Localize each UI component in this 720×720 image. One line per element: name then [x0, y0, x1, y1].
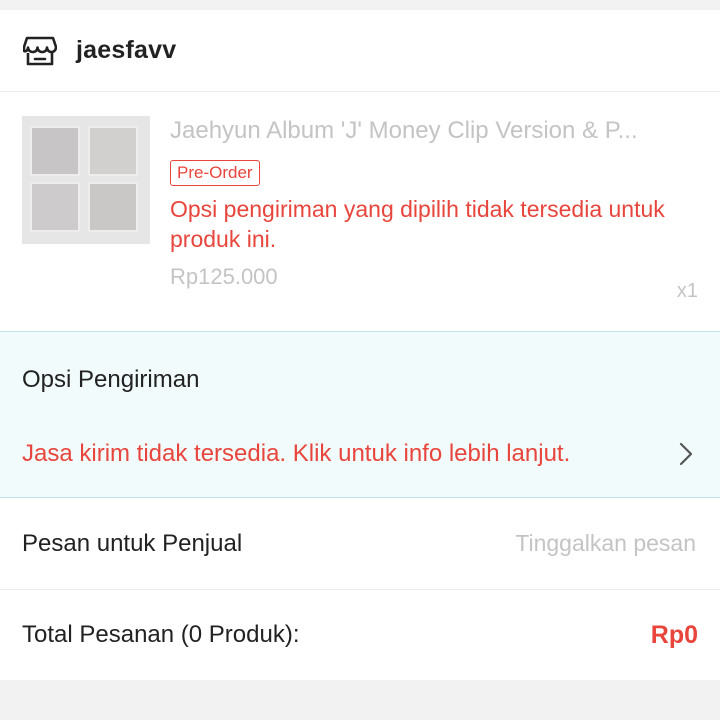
order-total-label: Total Pesanan (0 Produk): [22, 621, 300, 648]
chevron-right-icon[interactable] [676, 440, 696, 468]
seller-message-label: Pesan untuk Penjual [22, 529, 243, 557]
shipping-warning: Opsi pengiriman yang dipilih tidak terse… [170, 196, 665, 252]
thumbnail-tile [30, 126, 80, 176]
seller-message-row: Pesan untuk Penjual [0, 498, 720, 590]
preorder-badge: Pre-Order [170, 160, 260, 186]
product-thumbnail[interactable] [22, 116, 150, 244]
product-info: Jaehyun Album 'J' Money Clip Version & P… [170, 116, 698, 331]
order-card: jaesfavv Jaehyun Album 'J' Money Clip Ve… [0, 10, 720, 680]
product-item[interactable]: Jaehyun Album 'J' Money Clip Version & P… [0, 92, 720, 332]
shop-header[interactable]: jaesfavv [0, 10, 720, 92]
product-quantity: x1 [676, 280, 698, 302]
thumbnail-tile [30, 182, 80, 232]
shipping-unavailable-message[interactable]: Jasa kirim tidak tersedia. Klik untuk in… [22, 440, 570, 468]
shipping-option-label: Opsi Pengiriman [22, 366, 200, 393]
product-price: Rp125.000 [170, 264, 278, 289]
shop-name[interactable]: jaesfavv [76, 36, 176, 65]
seller-message-input[interactable] [418, 529, 698, 558]
shipping-option-section[interactable]: Opsi Pengiriman Jasa kirim tidak tersedi… [0, 332, 720, 498]
thumbnail-tile [88, 126, 138, 176]
thumbnail-tile [88, 182, 138, 232]
order-total-row: Total Pesanan (0 Produk): Rp0 [0, 590, 720, 680]
shop-icon [22, 34, 58, 68]
top-spacer [0, 0, 720, 10]
product-title[interactable]: Jaehyun Album 'J' Money Clip Version & P… [170, 116, 690, 146]
order-total-value: Rp0 [650, 620, 698, 649]
